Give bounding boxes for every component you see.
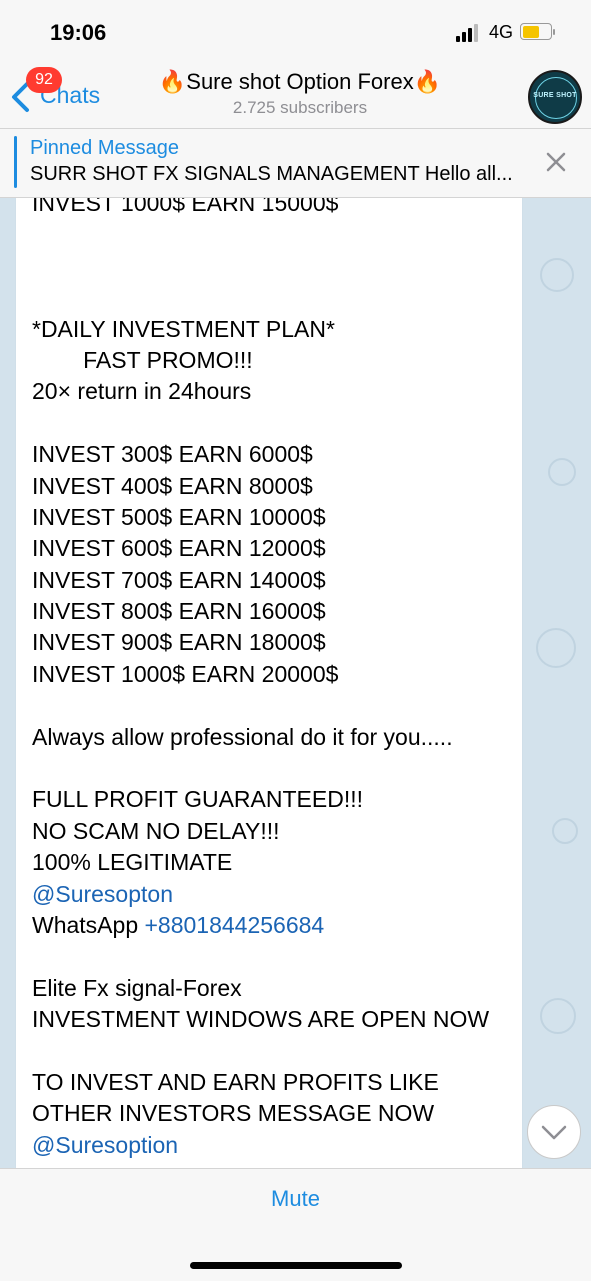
message-line-text: INVEST 700$ EARN 14000$ — [32, 566, 326, 593]
message-line: INVEST 1000$ EARN 20000$ — [32, 659, 532, 690]
message-line-text: TO INVEST AND EARN PROFITS LIKE — [32, 1068, 439, 1095]
message-line: *DAILY INVESTMENT PLAN* — [32, 314, 532, 345]
pinned-preview: SURR SHOT FX SIGNALS MANAGEMENT Hello al… — [30, 163, 513, 185]
message-line-text: Elite Fx signal-Forex — [32, 974, 242, 1001]
message-line-text: NO SCAM NO DELAY!!! — [32, 817, 280, 844]
pinned-message[interactable]: Pinned Message SURR SHOT FX SIGNALS MANA… — [0, 129, 591, 198]
message-line: FAST PROMO!!! — [32, 345, 532, 376]
message-line: INVEST 1000$ EARN 15000$ — [32, 198, 532, 219]
channel-avatar[interactable]: SURE SHOT — [528, 70, 582, 124]
message-line-text: INVEST 600$ EARN 12000$ — [32, 535, 326, 562]
mute-button[interactable]: Mute — [0, 1186, 591, 1212]
message-line — [32, 753, 532, 784]
background-doodle — [536, 628, 576, 668]
message-line: @Suresopton — [32, 879, 532, 910]
signal-icon — [456, 24, 482, 42]
message-line-text: Always allow professional do it for you.… — [32, 723, 453, 750]
pinned-title: Pinned Message — [30, 137, 179, 159]
avatar-logo-text: SURE SHOT — [533, 92, 577, 99]
message-line: TO INVEST AND EARN PROFITS LIKE — [32, 1067, 532, 1098]
message-line — [32, 219, 532, 250]
message-line-text: FULL PROFIT GUARANTEED!!! — [32, 786, 363, 813]
message-line-text: OTHER INVESTORS MESSAGE NOW — [32, 1100, 435, 1127]
battery-icon — [520, 23, 555, 40]
pinned-accent-bar — [14, 136, 17, 188]
message-line: Elite Fx signal-Forex — [32, 973, 532, 1004]
background-doodle — [540, 998, 576, 1034]
close-icon[interactable] — [543, 149, 569, 175]
message-line: FULL PROFIT GUARANTEED!!! — [32, 784, 532, 815]
message-line — [32, 1036, 532, 1067]
message-bubble[interactable]: INVEST 1000$ EARN 15000$ *DAILY INVESTMEN… — [16, 198, 522, 1168]
message-line-text: INVEST 300$ EARN 6000$ — [32, 441, 313, 468]
message-line-text: INVEST 1000$ EARN 15000$ — [32, 198, 339, 216]
message-line — [32, 251, 532, 282]
channel-title-text: Sure shot Option Forex — [186, 69, 414, 94]
chat-header: Chats 92 🔥Sure shot Option Forex🔥 2.725 … — [0, 62, 591, 129]
message-line: INVEST 600$ EARN 12000$ — [32, 533, 532, 564]
background-doodle — [552, 818, 578, 844]
message-line: INVEST 700$ EARN 14000$ — [32, 565, 532, 596]
message-line-text: INVEST 1000$ EARN 20000$ — [32, 660, 339, 687]
message-line: INVEST 500$ EARN 10000$ — [32, 502, 532, 533]
network-type: 4G — [489, 22, 514, 42]
message-line — [32, 282, 532, 313]
message-link[interactable]: @Suresopton — [32, 881, 173, 907]
message-link[interactable]: @Suresoption — [32, 1132, 178, 1158]
message-line-text: INVESTMENT WINDOWS ARE OPEN NOW — [32, 1006, 490, 1033]
fire-emoji: 🔥 — [413, 69, 442, 94]
message-line: INVEST 900$ EARN 18000$ — [32, 627, 532, 658]
chevron-down-icon — [541, 1125, 567, 1140]
message-line: OTHER INVESTORS MESSAGE NOW — [32, 1098, 532, 1129]
message-line-text: INVEST 900$ EARN 18000$ — [32, 629, 326, 656]
home-indicator — [190, 1262, 402, 1269]
message-line-text: INVEST 400$ EARN 8000$ — [32, 472, 313, 499]
message-line-text: 20× return in 24hours — [32, 378, 252, 405]
message-line: INVESTMENT WINDOWS ARE OPEN NOW — [32, 1004, 532, 1035]
subscriber-count: 2.725 subscribers — [232, 98, 368, 117]
message-line: INVEST 800$ EARN 16000$ — [32, 596, 532, 627]
message-line-text: INVEST 500$ EARN 10000$ — [32, 503, 326, 530]
message-line — [32, 941, 532, 972]
message-line-text: 100% LEGITIMATE — [32, 849, 233, 876]
background-doodle — [540, 258, 574, 292]
bottom-bar: Mute — [0, 1168, 591, 1281]
message-line: INVEST 400$ EARN 8000$ — [32, 471, 532, 502]
unread-badge: 92 — [26, 67, 62, 93]
message-line: 100% LEGITIMATE — [32, 847, 532, 878]
message-line: NO SCAM NO DELAY!!! — [32, 816, 532, 847]
message-line-text: FAST PROMO!!! — [32, 346, 253, 373]
message-line: INVEST 300$ EARN 6000$ — [32, 439, 532, 470]
message-line-text: *DAILY INVESTMENT PLAN* — [32, 315, 335, 342]
message-link[interactable]: +8801844256684 — [145, 912, 325, 938]
status-time: 19:06 — [50, 20, 107, 45]
status-bar: 19:06 4G — [0, 0, 591, 62]
message-line — [32, 690, 532, 721]
message-line: WhatsApp +8801844256684 — [32, 910, 532, 941]
channel-title[interactable]: 🔥Sure shot Option Forex🔥 — [130, 69, 470, 95]
message-line-text: INVEST 800$ EARN 16000$ — [32, 598, 326, 625]
chat-area[interactable]: INVEST 1000$ EARN 15000$ *DAILY INVESTMEN… — [0, 198, 591, 1168]
message-text: INVEST 1000$ EARN 15000$ *DAILY INVESTMEN… — [32, 198, 532, 1161]
message-line: 20× return in 24hours — [32, 376, 532, 407]
message-line: Always allow professional do it for you.… — [32, 722, 532, 753]
fire-emoji: 🔥 — [158, 69, 187, 94]
message-line-text: WhatsApp — [32, 911, 145, 938]
message-line: @Suresoption — [32, 1130, 532, 1161]
scroll-down-button[interactable] — [527, 1105, 581, 1159]
background-doodle — [548, 458, 576, 486]
message-line — [32, 408, 532, 439]
